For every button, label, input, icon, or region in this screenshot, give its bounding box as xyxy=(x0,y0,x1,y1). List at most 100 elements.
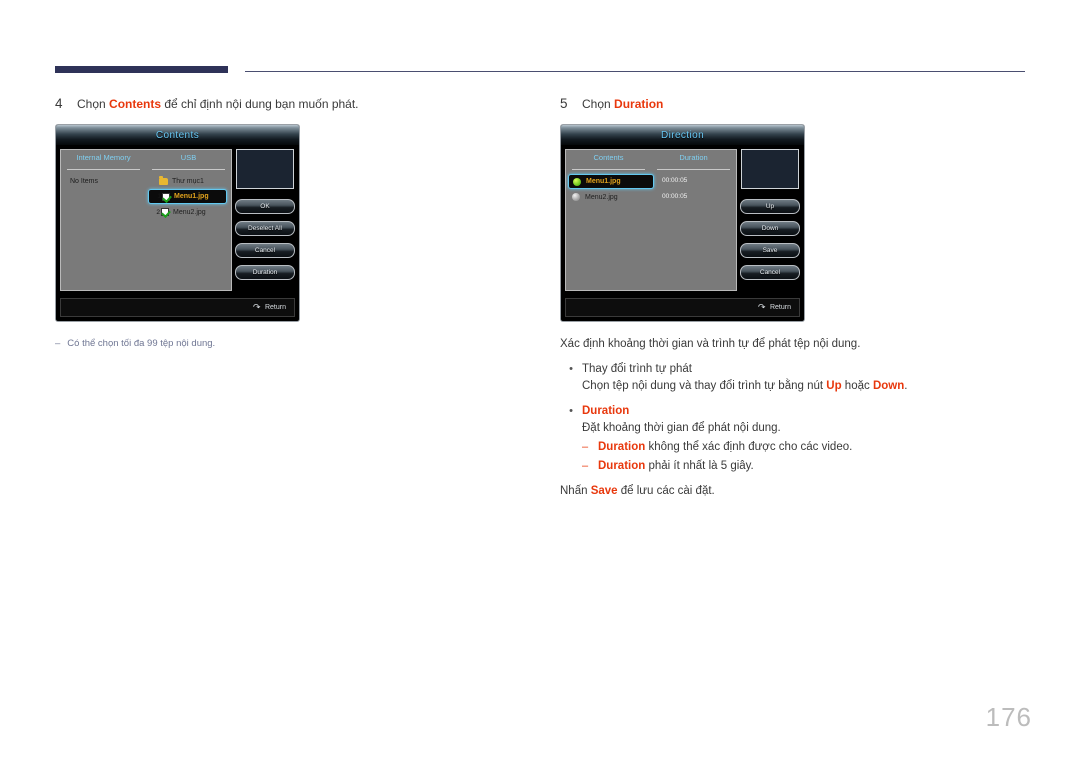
step-4-number: 4 xyxy=(55,96,63,111)
contents-dialog-titlebar: Contents xyxy=(56,125,299,146)
bullet-body: Duration Đặt khoảng thời gian để phát nộ… xyxy=(582,403,1030,437)
contents-dialog-buttons: OK Deselect All Cancel Duration xyxy=(235,199,295,287)
page-number: 176 xyxy=(985,702,1032,732)
list-item-label: Thư mục1 xyxy=(172,177,204,185)
note-dash: – xyxy=(55,338,61,349)
key-duration: Duration xyxy=(598,460,646,472)
step-4-text: Chọn Contents để chỉ định nội dung bạn m… xyxy=(77,96,359,112)
list-item-index: 2 xyxy=(156,208,160,216)
key-up: Up xyxy=(826,380,842,392)
direction-file-panel: Contents Duration Menu1.jpg 00:00:05 Men… xyxy=(565,149,737,291)
gray-dot-icon xyxy=(572,193,580,201)
return-label[interactable]: Return xyxy=(770,304,791,311)
list-item-menu1[interactable]: 1 Menu1.jpg xyxy=(148,189,227,204)
list-item-label: Menu1.jpg xyxy=(586,178,621,185)
cancel-button[interactable]: Cancel xyxy=(740,265,800,280)
step-4-text-before: Chọn xyxy=(77,97,110,111)
bullet-title: Thay đổi trình tự phát xyxy=(582,363,692,375)
sub-dash: – xyxy=(582,441,589,453)
closing-after: để lưu các cài đặt. xyxy=(617,485,715,497)
bullet-desc-after: . xyxy=(904,380,908,392)
return-arrow-icon: ↶ xyxy=(253,302,261,312)
ok-button[interactable]: OK xyxy=(235,199,295,214)
up-button[interactable]: Up xyxy=(740,199,800,214)
step-4: 4 Chọn Contents để chỉ định nội dung bạn… xyxy=(55,96,535,112)
bullet-desc: Chọn tệp nội dung và thay đổi trình tự b… xyxy=(582,378,1030,395)
sub-text-rest: không thể xác định được cho các video. xyxy=(645,441,853,453)
thumbnail-preview xyxy=(741,149,799,189)
table-row[interactable]: Menu1.jpg 00:00:05 xyxy=(566,174,736,189)
list-item-label: Menu2.jpg xyxy=(585,193,618,201)
direction-dialog-title: Direction xyxy=(660,129,705,141)
usb-column: Thư mục1 1 Menu1.jpg 2 Menu2.jpg xyxy=(146,174,231,219)
bullet-mark: • xyxy=(569,405,573,417)
direction-dialog-buttons: Up Down Save Cancel xyxy=(740,199,800,287)
step-5: 5 Chọn Duration xyxy=(560,96,1030,112)
right-column: 5 Chọn Duration Direction Contents Durat… xyxy=(560,96,1030,500)
step-4-keyword: Contents xyxy=(109,97,162,111)
bullet-body: Thay đổi trình tự phát Chọn tệp nội dung… xyxy=(582,361,1030,395)
direction-dialog: Direction Contents Duration Menu1.jpg 00… xyxy=(560,124,805,322)
list-item-label: Menu1.jpg xyxy=(174,193,209,200)
header-rule-thin xyxy=(245,71,1025,72)
direction-dialog-titlebar: Direction xyxy=(561,125,804,146)
sub-text: Duration không thể xác định được cho các… xyxy=(598,439,852,456)
checkbox-checked-icon[interactable] xyxy=(162,192,170,201)
contents-column-headers: Internal Memory USB xyxy=(61,150,231,170)
sub-note-2: – Duration phải ít nhất là 5 giây. xyxy=(582,458,1030,475)
contents-dialog-title: Contents xyxy=(155,129,200,141)
internal-memory-empty-label: No Items xyxy=(70,178,99,185)
contents-dialog-body: Internal Memory USB No Items Thư mục1 1 … xyxy=(60,149,295,291)
key-save: Save xyxy=(590,485,618,497)
selected-row-wrap: Menu1.jpg xyxy=(568,174,654,189)
folder-icon xyxy=(159,175,168,185)
bullet-change-order: • Thay đổi trình tự phát Chọn tệp nội du… xyxy=(560,361,1030,395)
list-item-label: Menu2.jpg xyxy=(173,208,206,216)
step-5-text: Chọn Duration xyxy=(582,96,663,112)
down-button[interactable]: Down xyxy=(740,221,800,236)
cancel-button[interactable]: Cancel xyxy=(235,243,295,258)
key-down: Down xyxy=(872,380,905,392)
header-rule-thick xyxy=(55,66,228,73)
duration-value: 00:00:05 xyxy=(662,177,688,184)
column-header-duration: Duration xyxy=(651,153,736,170)
left-note: – Có thể chọn tối đa 99 tệp nội dung. xyxy=(55,338,535,349)
contents-dialog: Contents Internal Memory USB No Items Th… xyxy=(55,124,300,322)
contents-dialog-footer: ↶ Return xyxy=(60,298,295,317)
left-column: 4 Chọn Contents để chỉ định nội dung bạn… xyxy=(55,96,535,349)
step-5-text-before: Chọn xyxy=(582,97,615,111)
bullet-mark: • xyxy=(569,363,573,375)
list-item-index: 1 xyxy=(157,193,161,200)
note-text: Có thể chọn tối đa 99 tệp nội dung. xyxy=(67,338,216,349)
intro-paragraph: Xác định khoảng thời gian và trình tự để… xyxy=(560,338,861,350)
direction-dialog-footer: ↶ Return xyxy=(565,298,800,317)
duration-button[interactable]: Duration xyxy=(235,265,295,280)
direction-dialog-body: Contents Duration Menu1.jpg 00:00:05 Men… xyxy=(565,149,800,291)
deselect-all-button[interactable]: Deselect All xyxy=(235,221,295,236)
sub-text-rest: phải ít nhất là 5 giây. xyxy=(645,460,754,472)
bullet-duration: • Duration Đặt khoảng thời gian để phát … xyxy=(560,403,1030,437)
bullet-desc-before: Chọn tệp nội dung và thay đổi trình tự b… xyxy=(582,380,827,392)
table-row[interactable]: Menu2.jpg 00:00:05 xyxy=(566,190,736,204)
duration-value: 00:00:05 xyxy=(662,193,688,200)
list-item-menu2[interactable]: 2 Menu2.jpg xyxy=(146,205,231,219)
closing-before: Nhấn xyxy=(560,485,591,497)
direction-list: Menu1.jpg 00:00:05 Menu2.jpg 00:00:05 xyxy=(566,168,736,204)
list-item-menu2[interactable]: Menu2.jpg xyxy=(566,190,736,204)
step-5-number: 5 xyxy=(560,96,568,111)
bullet-desc: Đặt khoảng thời gian để phát nội dung. xyxy=(582,422,781,434)
save-button[interactable]: Save xyxy=(740,243,800,258)
sub-dash: – xyxy=(582,460,589,472)
return-arrow-icon: ↶ xyxy=(758,302,766,312)
list-item-folder[interactable]: Thư mục1 xyxy=(146,174,231,188)
return-label[interactable]: Return xyxy=(265,304,286,311)
column-header-usb: USB xyxy=(146,153,231,170)
step-4-text-after: để chỉ định nội dung bạn muốn phát. xyxy=(161,97,359,111)
bullet-title: Duration xyxy=(582,405,630,417)
selected-row-wrap: 1 Menu1.jpg xyxy=(148,189,227,204)
column-header-contents: Contents xyxy=(566,153,651,170)
list-item-menu1[interactable]: Menu1.jpg xyxy=(568,174,654,189)
step-5-keyword: Duration xyxy=(614,97,664,111)
checkbox-checked-icon[interactable] xyxy=(161,208,169,216)
sub-note-1: – Duration không thể xác định được cho c… xyxy=(582,439,1030,456)
